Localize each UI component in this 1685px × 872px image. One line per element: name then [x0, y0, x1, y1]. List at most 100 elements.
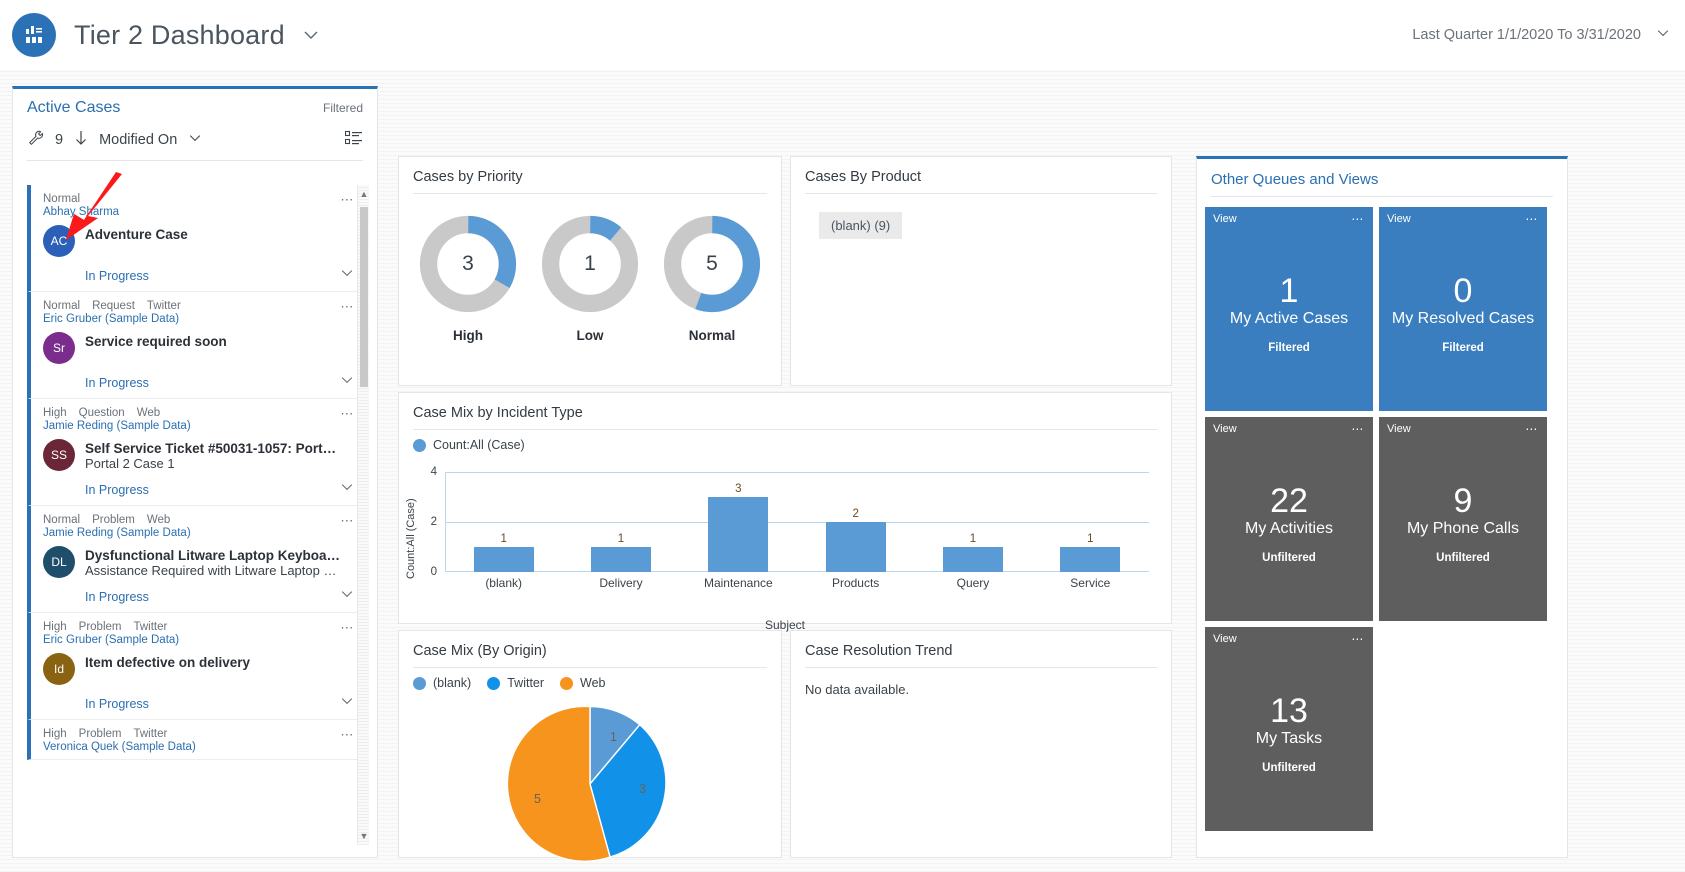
bar[interactable] — [473, 547, 534, 572]
case-title[interactable]: Dysfunctional Litware Laptop Keyboard X1… — [85, 548, 343, 563]
case-type: Problem — [78, 621, 122, 633]
legend-item[interactable]: Web — [560, 676, 606, 690]
chevron-down-icon[interactable] — [187, 130, 203, 149]
donut-high[interactable]: 3 High — [416, 212, 520, 343]
more-options-icon[interactable]: ⋯ — [340, 621, 355, 634]
status-badge: In Progress — [85, 375, 149, 390]
case-priority: High — [43, 621, 67, 633]
list-view-icon[interactable] — [344, 130, 363, 149]
case-title[interactable]: Adventure Case — [85, 227, 188, 242]
legend-label: Web — [580, 676, 606, 690]
legend-item[interactable]: Twitter — [487, 676, 544, 690]
legend-item[interactable]: Count:All (Case) — [413, 438, 525, 452]
bar[interactable] — [1060, 547, 1121, 572]
tile-filter-status: Unfiltered — [1262, 551, 1316, 564]
bar-group[interactable]: 2 — [825, 472, 886, 572]
active-cases-list[interactable]: ⋯ Normal Abhay Sharma AC Adventure Case — [27, 185, 365, 845]
queue-tile-my-activities[interactable]: View ⋯ 22 My Activities Unfiltered — [1205, 417, 1373, 621]
legend-item[interactable]: (blank) — [413, 676, 471, 690]
chevron-down-icon[interactable] — [339, 266, 355, 285]
more-options-icon[interactable]: ⋯ — [340, 514, 355, 527]
bar-value-label: 1 — [500, 533, 507, 545]
case-customer[interactable]: Veronica Quek (Sample Data) — [43, 741, 355, 753]
chevron-down-icon[interactable] — [1655, 25, 1671, 45]
product-chip[interactable]: (blank) (9) — [819, 212, 903, 239]
wrench-icon[interactable] — [27, 129, 45, 150]
list-item[interactable]: ⋯ High Problem Twitter Eric Gruber (Samp… — [27, 613, 365, 720]
donut-label: Low — [576, 328, 604, 343]
bar-group[interactable]: 1 — [590, 472, 651, 572]
x-axis-tick: Maintenance — [703, 576, 773, 590]
divider — [27, 160, 363, 161]
y-axis-tick: 2 — [430, 516, 437, 528]
bar-group[interactable]: 1 — [942, 472, 1003, 572]
case-customer[interactable]: Eric Gruber (Sample Data) — [43, 313, 355, 325]
donut-label: High — [453, 328, 483, 343]
chevron-down-icon[interactable] — [339, 694, 355, 713]
case-type: Question — [78, 407, 125, 419]
y-axis-tick: 4 — [430, 466, 437, 478]
list-item[interactable]: ⋯ Normal Problem Web Jamie Reding (Sampl… — [27, 506, 365, 613]
bar-group[interactable]: 1 — [473, 472, 534, 572]
bar[interactable] — [825, 522, 886, 572]
queue-tile-my-phone-calls[interactable]: View ⋯ 9 My Phone Calls Unfiltered — [1379, 417, 1547, 621]
list-item[interactable]: ⋯ High Question Web Jamie Reding (Sample… — [27, 399, 365, 506]
pie-chart: 1 3 5 — [502, 696, 678, 872]
bar-group[interactable]: 1 — [1060, 472, 1121, 572]
case-title[interactable]: Self Service Ticket #50031-1057: Portal … — [85, 441, 343, 456]
pie-value-label: 5 — [534, 792, 541, 806]
chevron-down-icon[interactable] — [339, 480, 355, 499]
y-axis-tick: 0 — [430, 566, 437, 578]
donut-normal[interactable]: 5 Normal — [660, 212, 764, 343]
list-item[interactable]: ⋯ Normal Abhay Sharma AC Adventure Case — [27, 185, 365, 292]
tile-name: My Resolved Cases — [1391, 309, 1535, 327]
queue-tile-my-tasks[interactable]: View ⋯ 13 My Tasks Unfiltered — [1205, 627, 1373, 831]
active-cases-count: 9 — [55, 131, 64, 148]
status-badge: In Progress — [85, 268, 149, 283]
bar-group[interactable]: 3 — [708, 472, 769, 572]
scroll-up-icon[interactable]: ▲ — [359, 189, 369, 199]
case-mix-by-origin-panel: Case Mix (By Origin) (blank) Twitter Web — [398, 630, 782, 862]
page-title: Tier 2 Dashboard — [74, 19, 285, 50]
legend-label: Count:All (Case) — [433, 438, 525, 452]
chevron-down-icon[interactable] — [339, 587, 355, 606]
bar-value-label: 1 — [969, 533, 977, 545]
bar[interactable] — [590, 547, 651, 572]
chevron-down-icon[interactable] — [339, 373, 355, 392]
scroll-down-icon[interactable]: ▼ — [359, 831, 369, 841]
case-customer[interactable]: Jamie Reding (Sample Data) — [43, 527, 355, 539]
case-customer[interactable]: Abhay Sharma — [43, 206, 355, 218]
more-options-icon[interactable]: ⋯ — [340, 193, 355, 206]
tile-filter-status: Unfiltered — [1436, 551, 1490, 564]
case-title[interactable]: Service required soon — [85, 334, 227, 349]
date-filter[interactable]: Last Quarter 1/1/2020 To 3/31/2020 — [1412, 25, 1685, 45]
case-priority: Normal — [43, 193, 81, 205]
sort-field-label[interactable]: Modified On — [99, 132, 177, 148]
donut-label: Normal — [688, 328, 736, 343]
queue-tile-my-active-cases[interactable]: View ⋯ 1 My Active Cases Filtered — [1205, 207, 1373, 411]
other-queues-title: Other Queues and Views — [1211, 171, 1379, 188]
arrow-down-icon[interactable] — [73, 129, 89, 150]
list-item[interactable]: ⋯ Normal Request Twitter Eric Gruber (Sa… — [27, 292, 365, 399]
case-customer[interactable]: Jamie Reding (Sample Data) — [43, 420, 355, 432]
donut-low[interactable]: 1 Low — [538, 212, 642, 343]
case-title[interactable]: Item defective on delivery — [85, 655, 250, 670]
queue-tile-my-resolved-cases[interactable]: View ⋯ 0 My Resolved Cases Filtered — [1379, 207, 1547, 411]
date-filter-label: Last Quarter 1/1/2020 To 3/31/2020 — [1412, 27, 1641, 43]
case-tags: High Problem Twitter — [43, 621, 355, 633]
case-type: Problem — [92, 514, 135, 526]
other-queues-panel: Other Queues and Views View ⋯ 1 My Activ… — [1196, 156, 1568, 858]
chevron-down-icon[interactable] — [301, 25, 321, 45]
more-options-icon[interactable]: ⋯ — [340, 407, 355, 420]
scrollbar[interactable]: ▲ ▼ — [357, 185, 369, 845]
case-customer[interactable]: Eric Gruber (Sample Data) — [43, 634, 355, 646]
bar[interactable] — [708, 497, 769, 572]
case-tags: Normal Problem Web — [43, 514, 355, 526]
legend-color-swatch — [413, 438, 426, 452]
list-item[interactable]: ⋯ High Problem Twitter Veronica Quek (Sa… — [27, 720, 365, 760]
bar[interactable] — [942, 547, 1003, 572]
case-origin: Twitter — [133, 728, 168, 740]
more-options-icon[interactable]: ⋯ — [340, 300, 355, 313]
more-options-icon[interactable]: ⋯ — [340, 728, 355, 741]
scrollbar-thumb[interactable] — [360, 207, 368, 387]
